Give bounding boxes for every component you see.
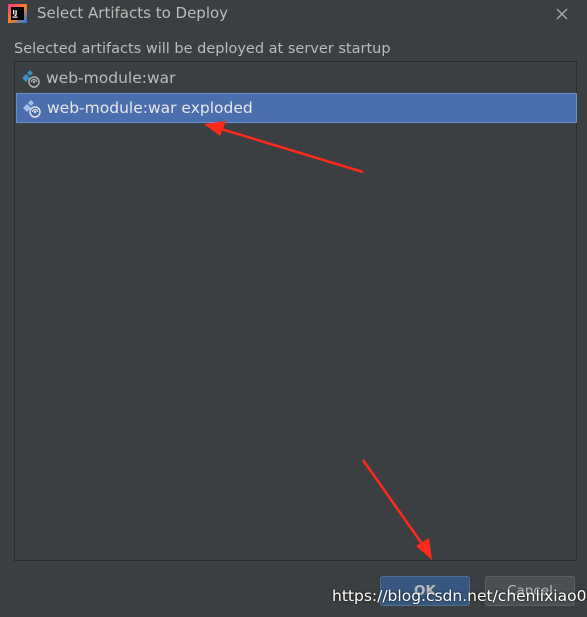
intellij-idea-icon: IJ <box>8 4 27 23</box>
artifact-item-war-exploded[interactable]: web-module:war exploded <box>16 93 577 123</box>
title-bar: IJ Select Artifacts to Deploy <box>0 0 587 30</box>
artifact-list[interactable]: web-module:war web-module:war exploded <box>14 61 577 561</box>
dialog-description: Selected artifacts will be deployed at s… <box>14 41 391 57</box>
window-title: Select Artifacts to Deploy <box>37 4 229 22</box>
artifact-icon <box>23 100 41 118</box>
artifact-icon <box>22 70 40 88</box>
watermark-text: https://blog.csdn.net/chenlixiao007 <box>332 587 587 605</box>
artifact-item-war[interactable]: web-module:war <box>16 63 577 93</box>
close-icon[interactable] <box>553 5 571 23</box>
artifact-label: web-module:war <box>46 69 176 87</box>
svg-text:IJ: IJ <box>13 9 18 17</box>
artifact-label: web-module:war exploded <box>47 99 253 117</box>
